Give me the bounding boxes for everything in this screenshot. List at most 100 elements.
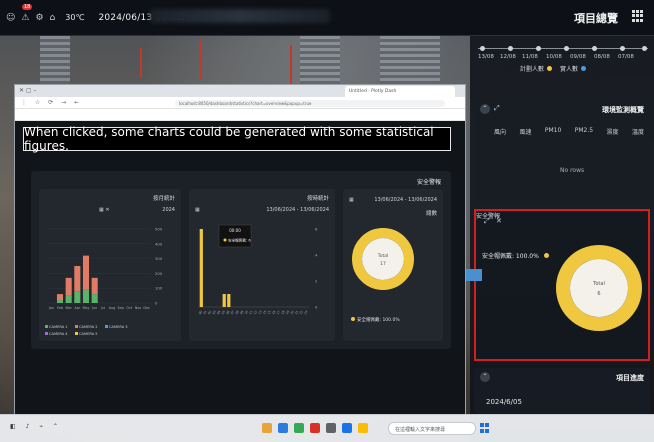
legend-label: CAMERA 5 bbox=[79, 332, 98, 336]
apps-grid-icon[interactable] bbox=[632, 10, 644, 22]
donut-legend: 安全帽佩戴: 100.0% bbox=[482, 251, 549, 260]
x-tick-label: Apr bbox=[74, 306, 80, 310]
home-icon[interactable]: ⌂ bbox=[50, 13, 56, 23]
expand-icon[interactable]: ⤢ bbox=[484, 217, 490, 226]
timeline-dot[interactable] bbox=[564, 46, 569, 51]
bar bbox=[74, 266, 81, 292]
date-range[interactable]: 13/06/2024 - 13/06/2024 bbox=[266, 207, 329, 213]
collapse-button[interactable]: ⌃ bbox=[480, 104, 490, 114]
tab-pm10[interactable]: PM10 bbox=[545, 127, 561, 136]
timeline-dot[interactable] bbox=[508, 46, 513, 51]
bar bbox=[56, 294, 64, 301]
taskbar-app-icon[interactable] bbox=[358, 423, 368, 433]
legend-planned: 計劃人數 bbox=[520, 64, 553, 73]
timeline-label: 12/08 bbox=[500, 54, 516, 60]
y-tick-label: 500 bbox=[155, 227, 163, 232]
timeline-dot[interactable] bbox=[642, 46, 647, 51]
bar bbox=[56, 300, 64, 303]
x-tick-label: Dec bbox=[143, 306, 150, 310]
browser-tab-bar: ✕ ▢ – Untitled · Plotly Dash bbox=[15, 85, 465, 97]
taskbar-app-icon[interactable] bbox=[262, 423, 272, 433]
date-range[interactable]: 13/06/2024 - 13/06/2024 bbox=[374, 197, 437, 203]
hourly-bar-chart[interactable]: 00:00 安全帽佩戴: 6 024600 01 02 03 04 05 06 07 08 09 1… bbox=[189, 219, 335, 339]
tooltip-text: 安全帽佩戴: 6 bbox=[228, 238, 251, 243]
taskbar-app-icon[interactable] bbox=[342, 423, 352, 433]
dashboard-content: When clicked, some charts could be gener… bbox=[15, 121, 465, 416]
year-select[interactable]: 2024 bbox=[162, 207, 175, 213]
taskbar-app-icon[interactable] bbox=[326, 423, 336, 433]
y-tick-label: 0 bbox=[315, 305, 318, 310]
bar bbox=[227, 294, 231, 307]
timeline-dot[interactable] bbox=[536, 46, 541, 51]
environment-monitoring-card: ⌃ ⤢ 環境監測概覽 bbox=[474, 100, 650, 202]
taskbar-app-icon[interactable] bbox=[294, 423, 304, 433]
close-icon[interactable]: ✕ bbox=[496, 217, 502, 225]
donut-center-label: Total bbox=[592, 281, 605, 287]
page-title: 項目總覽 bbox=[574, 12, 618, 25]
expand-icon[interactable]: ⤢ bbox=[494, 104, 500, 113]
windows-taskbar: ◧ ♪ ⌁ ⌃ 在這裡輸入文字來搜尋 bbox=[0, 414, 654, 442]
url-field[interactable]: localhost:8050/dashboard/statistics?char… bbox=[175, 100, 445, 107]
tab-pm25[interactable]: PM2.5 bbox=[575, 127, 593, 136]
calendar-icon[interactable]: ▦ bbox=[349, 197, 354, 203]
total-card: 總數 13/06/2024 - 13/06/2024 ▦ Total 17 安全… bbox=[343, 189, 443, 341]
card-header: 總數 bbox=[425, 211, 437, 217]
tab-temperature[interactable]: 溫度 bbox=[632, 127, 644, 136]
timeline-dot[interactable] bbox=[480, 46, 485, 51]
x-tick-label: Mar bbox=[65, 306, 72, 310]
notification-badge: 18 bbox=[22, 4, 33, 10]
weather-temperature: 30℃ bbox=[65, 13, 85, 22]
calendar-icon[interactable]: ▦ bbox=[195, 207, 200, 213]
bar bbox=[82, 289, 90, 303]
timeline-label: 09/08 bbox=[570, 54, 586, 60]
legend-dot-yellow bbox=[223, 238, 227, 242]
windows-start-icon[interactable] bbox=[480, 423, 490, 433]
warning-icon[interactable]: ⚠ bbox=[21, 13, 29, 23]
monthly-bar-chart[interactable]: 0 100 200 300 400 500 Jan Feb Mar Apr May Jun Jul Aug… bbox=[39, 217, 181, 339]
calendar-icon[interactable]: ▦ ✕ bbox=[99, 207, 110, 213]
taskbar-app-icon[interactable] bbox=[310, 423, 320, 433]
x-tick-label: Jul bbox=[100, 306, 105, 310]
annotation-caption: When clicked, some charts could be gener… bbox=[23, 125, 451, 153]
y-tick-label: 6 bbox=[315, 227, 318, 232]
legend-dot-yellow bbox=[351, 317, 355, 321]
legend-swatch bbox=[105, 325, 108, 328]
x-tick-label: Nov bbox=[135, 306, 142, 310]
bar bbox=[74, 291, 81, 303]
legend-dot-blue bbox=[581, 66, 587, 71]
safety-donut-chart[interactable]: Total 6 bbox=[554, 233, 644, 343]
total-donut-chart[interactable]: Total 17 安全帽佩戴: 100.0% bbox=[343, 219, 443, 339]
system-tray-icons[interactable]: ◧ ♪ ⌁ ⌃ bbox=[10, 423, 62, 430]
y-tick-label: 300 bbox=[155, 256, 163, 261]
user-icon[interactable]: ☺ bbox=[6, 13, 15, 23]
environment-tabs: 風向 風速 PM10 PM2.5 濕度 溫度 bbox=[494, 127, 644, 136]
statistics-panel: 安全警報 總數 13/06/2024 - 13/06/2024 ▦ Total … bbox=[31, 171, 451, 349]
tab-humidity[interactable]: 濕度 bbox=[607, 127, 619, 136]
taskbar-app-icon[interactable] bbox=[278, 423, 288, 433]
x-tick-label: Jun bbox=[91, 306, 97, 310]
tab-wind-direction[interactable]: 風向 bbox=[494, 127, 506, 136]
x-tick-label: Oct bbox=[126, 306, 133, 310]
donut-center-value: 17 bbox=[380, 261, 386, 267]
browser-nav-icons[interactable]: ⋮ ☆ ⟳ → ← bbox=[21, 99, 82, 106]
y-tick-label: 0 bbox=[155, 301, 158, 306]
blurred-header-text bbox=[150, 9, 330, 23]
y-tick-label: 4 bbox=[315, 253, 318, 258]
timeline-label: 08/08 bbox=[594, 54, 610, 60]
bar bbox=[65, 277, 72, 296]
bar bbox=[199, 229, 203, 307]
tab-wind-speed[interactable]: 風速 bbox=[519, 127, 531, 136]
collapse-button[interactable]: ⌃ bbox=[480, 372, 490, 382]
timeline-label: 13/08 bbox=[478, 54, 494, 60]
panel-title: 安全警報 bbox=[416, 179, 441, 186]
window-controls[interactable]: ✕ ▢ – bbox=[19, 87, 37, 94]
safety-alert-card[interactable]: ⤢ ✕ 安全警報 安全帽佩戴: 100.0% Total 6 bbox=[474, 209, 650, 361]
timeline-dot[interactable] bbox=[620, 46, 625, 51]
timeline-dot[interactable] bbox=[592, 46, 597, 51]
taskbar-search-input[interactable]: 在這裡輸入文字來搜尋 bbox=[388, 422, 476, 435]
x-tick-label: Jan bbox=[48, 306, 54, 310]
y-tick-label: 200 bbox=[155, 271, 163, 276]
browser-tab[interactable]: Untitled · Plotly Dash bbox=[345, 86, 455, 97]
y-tick-label: 400 bbox=[155, 241, 163, 246]
settings-icon[interactable]: ⚙ bbox=[35, 13, 43, 23]
